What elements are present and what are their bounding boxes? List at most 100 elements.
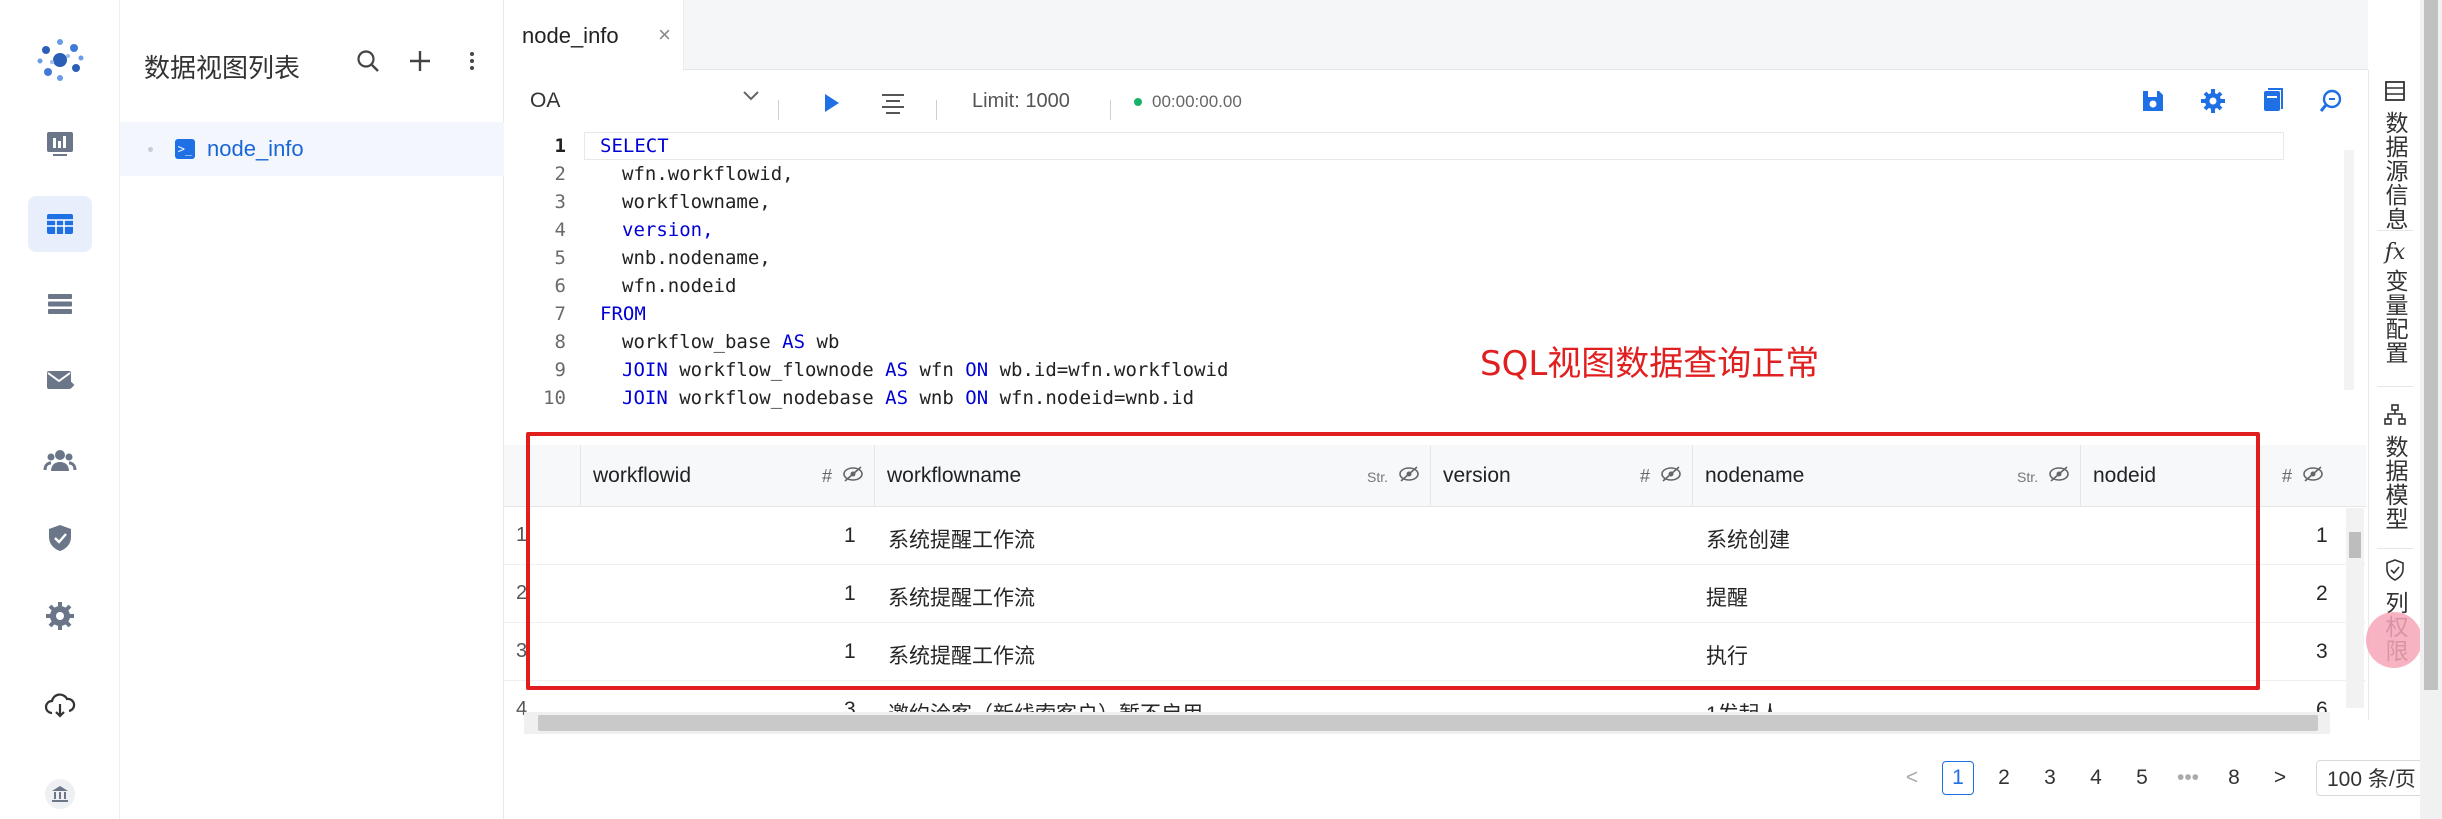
limit-select[interactable]: Limit: 1000 (972, 90, 1070, 113)
line-number: 7 (554, 303, 566, 325)
line-number: 1 (554, 135, 566, 157)
code-line: workflow_base AS wb (622, 331, 840, 353)
column-tools: Str. (1367, 465, 1420, 488)
ellipsis-button[interactable]: ••• (2172, 761, 2204, 795)
sidebar-item-node-info[interactable]: >_ node_info (120, 122, 504, 176)
table-row[interactable]: 1 1 系统提醒工作流 系统创建 1 (504, 507, 2366, 565)
cell-workflowid: 1 (844, 640, 856, 663)
cell-nodeid: 2 (2316, 582, 2328, 605)
divider (2377, 386, 2413, 387)
code-line: FROM (600, 303, 646, 325)
format-icon[interactable] (878, 88, 908, 118)
table-row[interactable]: 3 1 系统提醒工作流 执行 3 (504, 623, 2366, 681)
dashboard-nav-icon[interactable] (28, 116, 92, 172)
column-header-workflowid[interactable]: workflowid # (580, 445, 874, 507)
result-grid: workflowid # workflowname Str. version #… (504, 445, 2366, 731)
execution-timer: 00:00:00.00 (1134, 92, 1242, 112)
cloud-download-nav-icon[interactable] (28, 678, 92, 734)
page-scrollbar[interactable] (2420, 0, 2442, 819)
number-type-icon: # (2281, 466, 2292, 486)
sidebar-item-label: node_info (207, 136, 304, 161)
column-header-version[interactable]: version # (1430, 445, 1692, 507)
datasource-select[interactable]: OA (530, 84, 760, 118)
table-info-icon (2384, 80, 2406, 107)
page-last-button[interactable]: 8 (2218, 761, 2250, 795)
grid-vertical-scrollbar[interactable] (2346, 508, 2364, 708)
column-header-nodeid[interactable]: nodeid # (2080, 445, 2334, 507)
page-4-button[interactable]: 4 (2080, 761, 2112, 795)
gear-icon[interactable] (2196, 84, 2230, 118)
sql-view-icon: >_ (175, 139, 195, 159)
page-2-button[interactable]: 2 (1988, 761, 2020, 795)
cell-workflowid: 1 (844, 524, 856, 547)
scroll-thumb[interactable] (2424, 0, 2438, 690)
page-1-button[interactable]: 1 (1942, 761, 1974, 795)
column-tools: # (2282, 465, 2324, 488)
grid-horizontal-scrollbar[interactable] (524, 712, 2330, 734)
page-5-button[interactable]: 5 (2126, 761, 2158, 795)
cell-nodename: 执行 (1706, 645, 1748, 668)
search-sql-icon[interactable] (2314, 84, 2348, 118)
bank-nav-icon[interactable] (28, 766, 92, 819)
divider (2377, 548, 2413, 549)
tree-dot-icon (148, 146, 153, 152)
security-nav-icon[interactable] (28, 510, 92, 566)
hide-column-icon[interactable] (1398, 465, 1420, 488)
row-index: 1 (516, 524, 528, 546)
tab-node-info[interactable]: node_info × (504, 0, 684, 71)
page-3-button[interactable]: 3 (2034, 761, 2066, 795)
code-line: wfn.workflowid, (622, 163, 794, 185)
code-line: version, (622, 219, 714, 241)
pagination: < 1 2 3 4 5 ••• 8 > 100 条/页 (1896, 760, 2442, 796)
hide-column-icon[interactable] (2302, 465, 2324, 488)
column-tools: # (1640, 465, 1682, 488)
hide-column-icon[interactable] (842, 465, 864, 488)
datasource-info-tab[interactable]: 数据源信息 (2369, 80, 2421, 231)
prev-page-button[interactable]: < (1896, 761, 1928, 795)
cell-nodename: 提醒 (1706, 587, 1748, 610)
list-nav-icon[interactable] (28, 276, 92, 332)
floating-assistant-button[interactable] (2366, 612, 2422, 668)
scroll-thumb[interactable] (538, 715, 2318, 731)
more-icon[interactable] (457, 46, 487, 76)
number-type-icon: # (821, 466, 832, 486)
close-icon[interactable]: × (658, 22, 671, 48)
column-name: nodeid (2093, 464, 2157, 487)
sql-editor[interactable]: 1 2 3 4 5 6 7 8 9 10 SELECT wfn.workflow… (504, 130, 2368, 416)
table-view-nav-icon[interactable] (28, 196, 92, 252)
search-icon[interactable] (353, 46, 383, 76)
logo-icon (34, 34, 86, 86)
column-header-nodename[interactable]: nodename Str. (1692, 445, 2080, 507)
editor-scrollbar[interactable] (2344, 150, 2354, 390)
add-icon[interactable] (405, 46, 435, 76)
run-icon[interactable] (816, 88, 846, 118)
tab-label: 数据模型 (2382, 435, 2408, 531)
settings-nav-icon[interactable] (28, 588, 92, 644)
copy-icon[interactable] (2256, 84, 2290, 118)
panel-title: 数据视图列表 (144, 53, 301, 83)
users-nav-icon[interactable] (28, 432, 92, 488)
line-number: 4 (554, 219, 566, 241)
table-row[interactable]: 2 1 系统提醒工作流 提醒 2 (504, 565, 2366, 623)
tab-label: 变量配置 (2382, 269, 2408, 365)
next-page-button[interactable]: > (2264, 761, 2296, 795)
line-number: 10 (543, 387, 566, 409)
variable-config-tab[interactable]: fx 变量配置 (2369, 240, 2421, 365)
code-line: SELECT (600, 135, 669, 157)
fx-icon: fx (2384, 240, 2406, 265)
data-model-tab[interactable]: 数据模型 (2369, 404, 2421, 531)
mail-nav-icon[interactable] (28, 352, 92, 408)
query-toolbar: OA Limit: 1000 00:00:00.00 (504, 72, 2368, 130)
column-name: nodename (1705, 464, 1805, 487)
hide-column-icon[interactable] (2048, 465, 2070, 488)
column-header-workflowname[interactable]: workflowname Str. (874, 445, 1430, 507)
panel-actions (353, 46, 487, 76)
save-icon[interactable] (2136, 84, 2170, 118)
tab-label: 数据源信息 (2382, 111, 2408, 231)
hide-column-icon[interactable] (1660, 465, 1682, 488)
divider (2377, 230, 2413, 231)
scroll-thumb[interactable] (2349, 532, 2361, 558)
datasource-value: OA (530, 89, 561, 112)
line-number: 8 (554, 331, 566, 353)
divider (1110, 100, 1111, 120)
